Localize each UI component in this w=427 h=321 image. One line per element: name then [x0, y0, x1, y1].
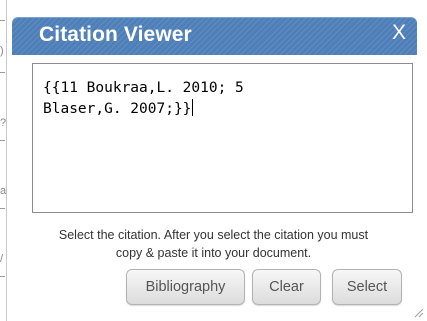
instructions-text: Select the citation. After you select th… [0, 226, 427, 262]
citation-text: {{11 Boukraa,L. 2010; 5 Blaser,G. 2007;}… [43, 80, 244, 117]
citation-textarea[interactable]: {{11 Boukraa,L. 2010; 5 Blaser,G. 2007;}… [32, 63, 413, 213]
instructions-line-1: Select the citation. After you select th… [58, 228, 369, 242]
dialog-title: Citation Viewer [39, 23, 192, 46]
clear-button[interactable]: Clear [252, 269, 321, 305]
close-icon[interactable]: X [392, 21, 406, 45]
text-caret [192, 99, 194, 116]
dialog-titlebar[interactable]: Citation Viewer X [12, 17, 417, 55]
select-button[interactable]: Select [332, 269, 402, 305]
bibliography-button[interactable]: Bibliography [126, 269, 245, 305]
instructions-line-2: copy & paste it into your document. [115, 246, 312, 260]
resize-grip-icon[interactable] [412, 306, 424, 318]
